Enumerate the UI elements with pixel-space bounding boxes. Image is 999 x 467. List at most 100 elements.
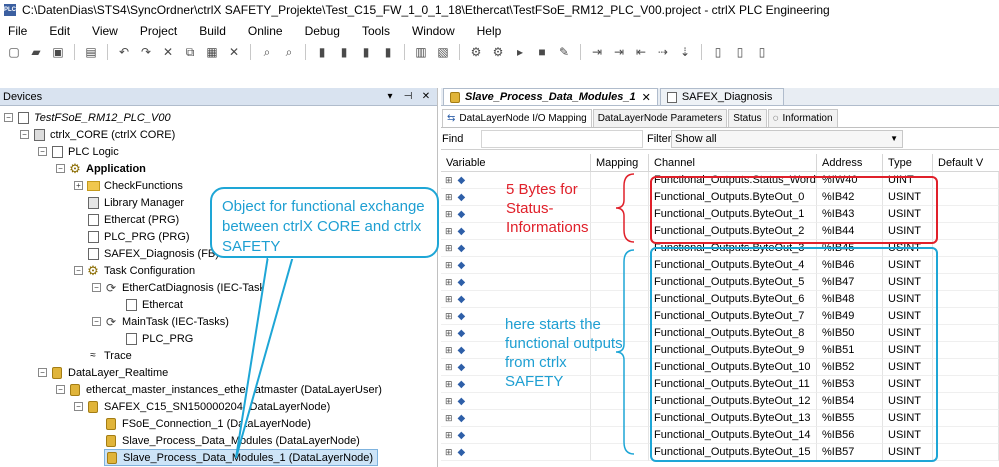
bookmark-next-icon[interactable]: ▮ xyxy=(336,44,352,60)
default-value-cell[interactable] xyxy=(933,257,999,274)
print-icon[interactable]: ▤ xyxy=(83,44,99,60)
expand-icon[interactable]: ⊞ xyxy=(445,413,453,424)
tree-item-library-manager[interactable]: Library Manager xyxy=(86,194,184,211)
default-value-cell[interactable] xyxy=(933,291,999,308)
default-value-cell[interactable] xyxy=(933,189,999,206)
bookmark-prev-icon[interactable]: ▮ xyxy=(358,44,374,60)
cut-icon[interactable]: ✕ xyxy=(160,44,176,60)
tree-item-plc-logic[interactable]: − PLC Logic xyxy=(38,143,119,160)
tree-item-task-configuration[interactable]: − ⚙ Task Configuration xyxy=(74,262,195,279)
expand-icon[interactable]: ⊞ xyxy=(445,345,453,356)
paste-icon[interactable]: ▦ xyxy=(204,44,220,60)
undo-icon[interactable]: ↶ xyxy=(116,44,132,60)
menu-file[interactable]: File xyxy=(8,24,27,38)
variable-cell[interactable]: ⊞ ◆ xyxy=(441,240,591,257)
force-values-icon[interactable]: ▯ xyxy=(732,44,748,60)
panel-pin-icon[interactable]: ⊣ xyxy=(401,91,415,102)
step-out-icon[interactable]: ⇤ xyxy=(633,44,649,60)
tree-item-project[interactable]: − TestFSoE_RM12_PLC_V00 xyxy=(4,109,171,126)
default-value-cell[interactable] xyxy=(933,325,999,342)
default-value-cell[interactable] xyxy=(933,444,999,461)
expand-icon[interactable]: ⊞ xyxy=(445,362,453,373)
rebuild-icon[interactable]: ▧ xyxy=(435,44,451,60)
tab-parameters[interactable]: DataLayerNode Parameters xyxy=(592,109,728,127)
open-folder-icon[interactable]: ▰ xyxy=(28,44,44,60)
tree-item-ethercat-master[interactable]: − ethercat_master_instances_ethercatmast… xyxy=(56,381,382,398)
panel-close-icon[interactable]: ✕ xyxy=(419,91,433,102)
variable-cell[interactable]: ⊞ ◆ xyxy=(441,274,591,291)
variable-cell[interactable]: ⊞ ◆ xyxy=(441,444,591,461)
collapse-icon[interactable]: − xyxy=(20,130,29,139)
menu-view[interactable]: View xyxy=(92,24,118,38)
default-value-cell[interactable] xyxy=(933,172,999,189)
menu-project[interactable]: Project xyxy=(140,24,177,38)
menu-online[interactable]: Online xyxy=(248,24,283,38)
expand-icon[interactable]: ⊞ xyxy=(445,447,453,458)
collapse-icon[interactable]: − xyxy=(74,402,83,411)
variable-cell[interactable]: ⊞ ◆ xyxy=(441,257,591,274)
run-to-cursor-icon[interactable]: ⇢ xyxy=(655,44,671,60)
copy-icon[interactable]: ⧉ xyxy=(182,44,198,60)
reset-icon[interactable]: ✎ xyxy=(556,44,572,60)
expand-icon[interactable]: ⊞ xyxy=(445,277,453,288)
default-value-cell[interactable] xyxy=(933,274,999,291)
find-icon[interactable]: ⌕ xyxy=(259,44,275,60)
delete-icon[interactable]: ✕ xyxy=(226,44,242,60)
tree-item-maintask[interactable]: − ⟳ MainTask (IEC-Tasks) xyxy=(92,313,229,330)
default-value-cell[interactable] xyxy=(933,427,999,444)
unforce-values-icon[interactable]: ▯ xyxy=(754,44,770,60)
find-input[interactable] xyxy=(481,129,643,148)
step-into-icon[interactable]: ⇥ xyxy=(611,44,627,60)
column-header-channel[interactable]: Channel xyxy=(649,154,817,171)
tab-safex-diagnosis[interactable]: SAFEX_Diagnosis xyxy=(659,88,784,105)
variable-cell[interactable]: ⊞ ◆ xyxy=(441,427,591,444)
redo-icon[interactable]: ↷ xyxy=(138,44,154,60)
column-header-default-value[interactable]: Default V xyxy=(933,154,999,171)
collapse-icon[interactable]: − xyxy=(4,113,13,122)
tree-item-plc-prg-call[interactable]: PLC_PRG xyxy=(124,330,193,347)
build-icon[interactable]: ▥ xyxy=(413,44,429,60)
menu-help[interactable]: Help xyxy=(477,24,502,38)
tree-item-datalayer-realtime[interactable]: − DataLayer_Realtime xyxy=(38,364,168,381)
variable-cell[interactable]: ⊞ ◆ xyxy=(441,291,591,308)
tree-item-slave-process-data-modules[interactable]: Slave_Process_Data_Modules (DataLayerNod… xyxy=(104,432,360,449)
expand-icon[interactable]: ⊞ xyxy=(445,175,453,186)
tree-item-safex-diagnosis[interactable]: SAFEX_Diagnosis (FB) xyxy=(86,245,219,262)
variable-cell[interactable]: ⊞ ◆ xyxy=(441,393,591,410)
default-value-cell[interactable] xyxy=(933,359,999,376)
menu-debug[interactable]: Debug xyxy=(305,24,340,38)
tree-item-checkfunctions[interactable]: + CheckFunctions xyxy=(74,177,183,194)
logout-icon[interactable]: ⚙ xyxy=(490,44,506,60)
menu-window[interactable]: Window xyxy=(412,24,455,38)
default-value-cell[interactable] xyxy=(933,240,999,257)
collapse-icon[interactable]: − xyxy=(56,385,65,394)
tab-information[interactable]: ◌ Information xyxy=(767,109,838,127)
default-value-cell[interactable] xyxy=(933,410,999,427)
collapse-icon[interactable]: − xyxy=(56,164,65,173)
close-tab-icon[interactable]: ✕ xyxy=(642,91,651,104)
expand-icon[interactable]: + xyxy=(74,181,83,190)
expand-icon[interactable]: ⊞ xyxy=(445,243,453,254)
tree-item-fsoe-connection[interactable]: FSoE_Connection_1 (DataLayerNode) xyxy=(104,415,311,432)
expand-icon[interactable]: ⊞ xyxy=(445,209,453,220)
variable-cell[interactable]: ⊞ ◆ xyxy=(441,410,591,427)
default-value-cell[interactable] xyxy=(933,206,999,223)
expand-icon[interactable]: ⊞ xyxy=(445,430,453,441)
tree-item-trace[interactable]: ≈ Trace xyxy=(86,347,131,364)
default-value-cell[interactable] xyxy=(933,308,999,325)
collapse-icon[interactable]: − xyxy=(74,266,83,275)
tree-item-ctrlx-core[interactable]: − ctrlx_CORE (ctrlX CORE) xyxy=(20,126,175,143)
expand-icon[interactable]: ⊞ xyxy=(445,294,453,305)
tree-item-safex-node[interactable]: − SAFEX_C15_SN150000204 (DataLayerNode) xyxy=(74,398,330,415)
bookmark-clear-icon[interactable]: ▮ xyxy=(380,44,396,60)
default-value-cell[interactable] xyxy=(933,393,999,410)
start-icon[interactable]: ▸ xyxy=(512,44,528,60)
save-icon[interactable]: ▣ xyxy=(50,44,66,60)
tree-item-ethercatdiagnosis-task[interactable]: − ⟳ EtherCatDiagnosis (IEC-Tasks) xyxy=(92,279,274,296)
new-file-icon[interactable]: ▢ xyxy=(6,44,22,60)
expand-icon[interactable]: ⊞ xyxy=(445,328,453,339)
column-header-type[interactable]: Type xyxy=(883,154,933,171)
filter-select[interactable]: Show all ▼ xyxy=(671,129,903,148)
expand-icon[interactable]: ⊞ xyxy=(445,379,453,390)
default-value-cell[interactable] xyxy=(933,223,999,240)
